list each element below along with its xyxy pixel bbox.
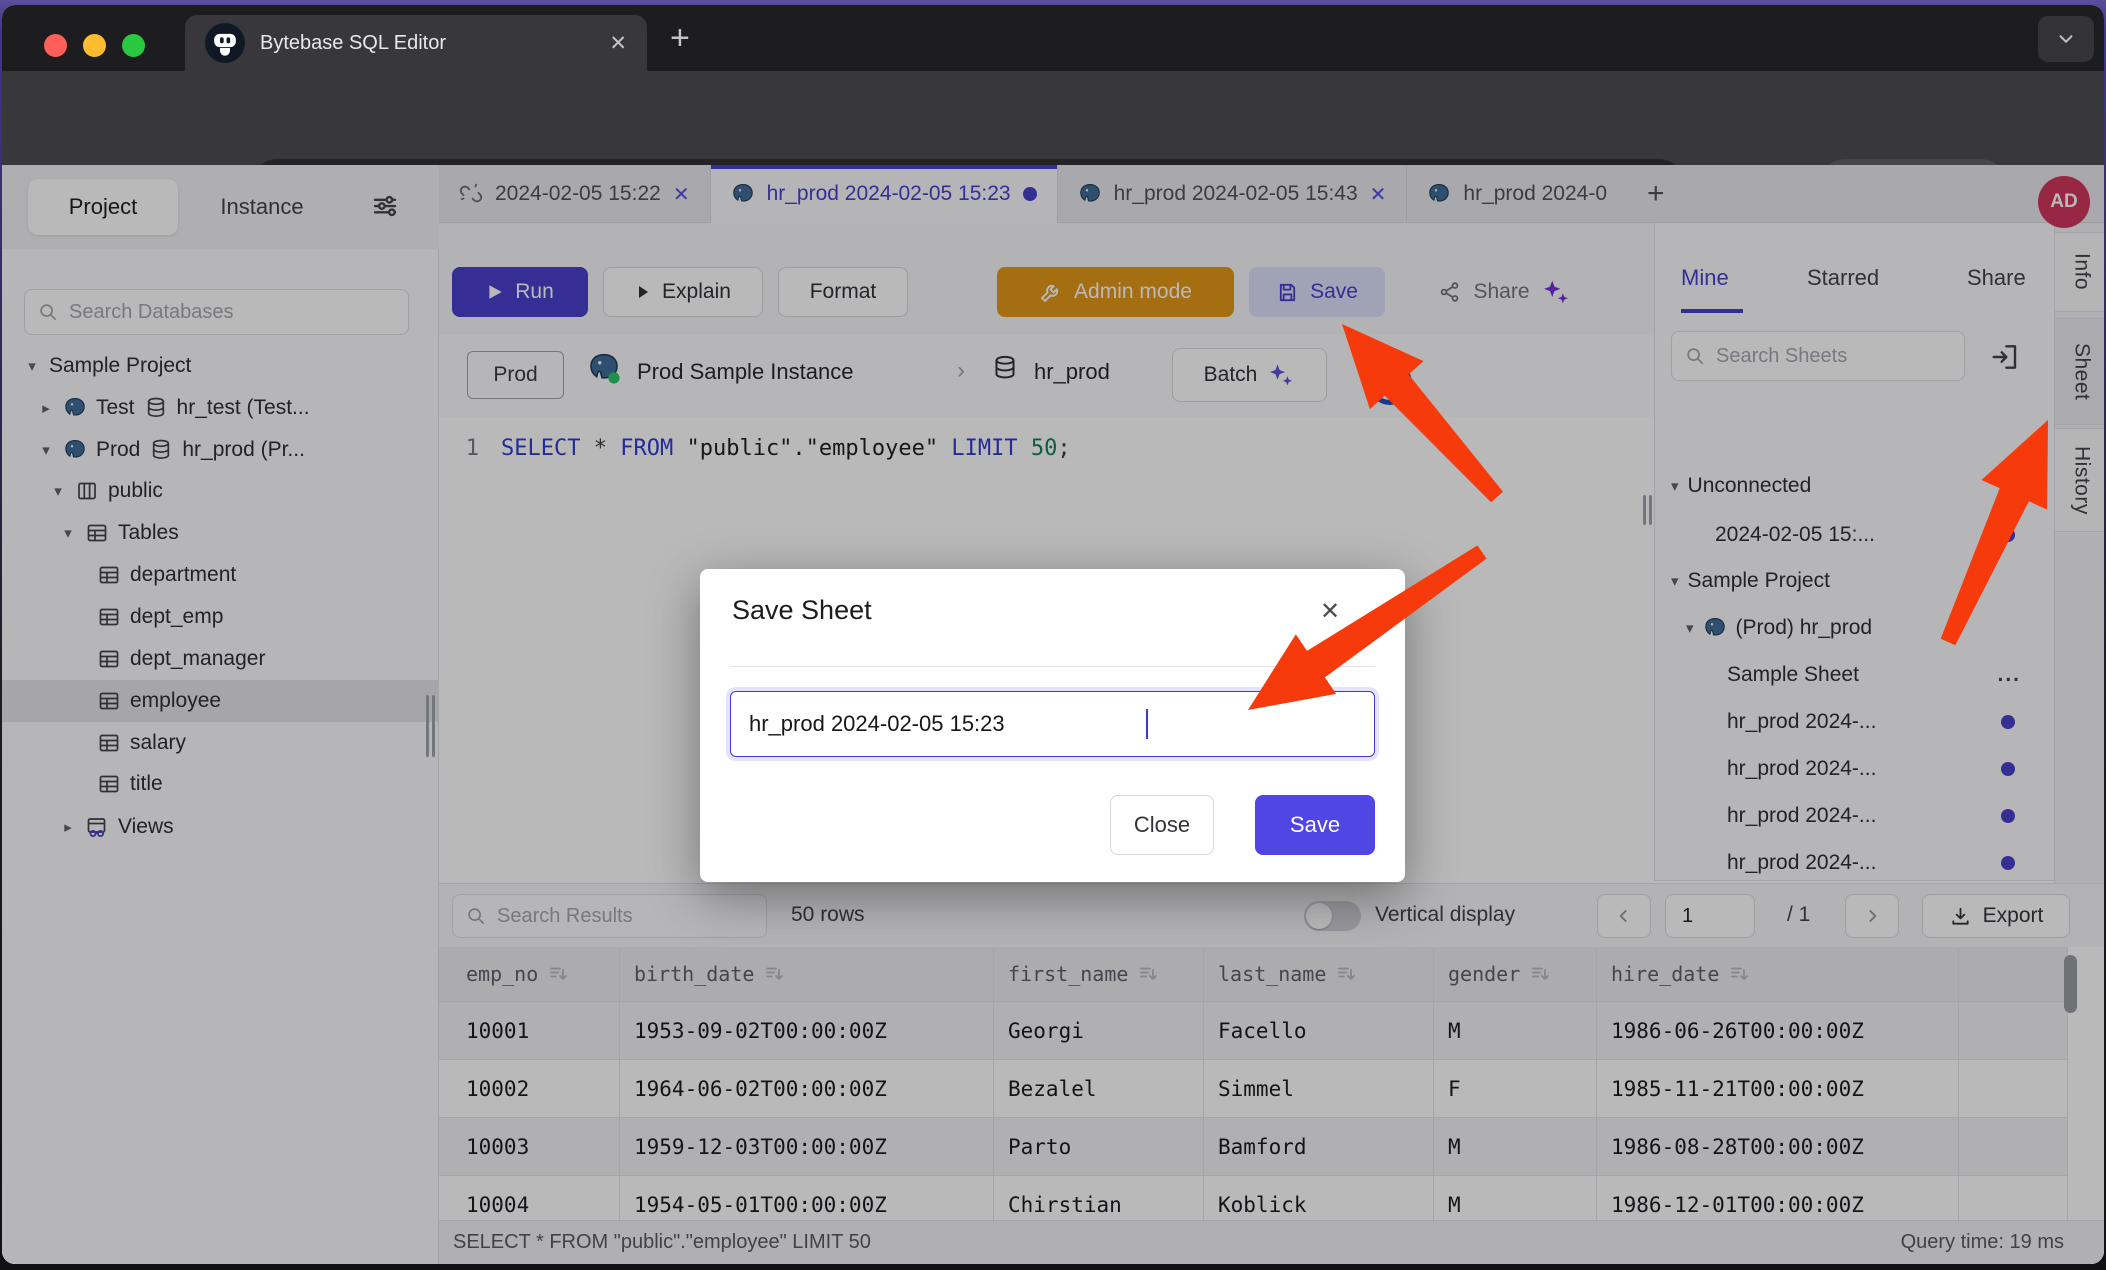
dialog-save-button[interactable]: Save — [1255, 795, 1375, 855]
browser-tab-strip: Bytebase SQL Editor ✕ + — [2, 5, 2104, 71]
sheet-name-field[interactable] — [749, 711, 1356, 737]
dialog-divider — [730, 666, 1375, 667]
browser-navbar: localhost:8080/sql-editor/prod-sample-in… — [2, 71, 2104, 165]
tab-close-icon[interactable]: ✕ — [609, 33, 627, 54]
traffic-minimize-button[interactable] — [83, 34, 106, 57]
text-cursor — [1146, 709, 1148, 739]
save-sheet-dialog: Save Sheet ✕ Close Save — [700, 569, 1405, 882]
bytebase-favicon-icon — [205, 23, 245, 63]
browser-tab-title: Bytebase SQL Editor — [260, 32, 594, 55]
browser-tab[interactable]: Bytebase SQL Editor ✕ — [185, 15, 647, 71]
traffic-zoom-button[interactable] — [122, 34, 145, 57]
dialog-title: Save Sheet — [732, 595, 872, 626]
new-tab-button[interactable]: + — [670, 19, 690, 58]
browser-window: Bytebase SQL Editor ✕ + localhost:8080/s… — [2, 5, 2104, 1264]
dialog-close-icon[interactable]: ✕ — [1320, 597, 1340, 626]
dialog-close-button[interactable]: Close — [1110, 795, 1214, 855]
sheet-name-input[interactable] — [730, 691, 1375, 757]
traffic-close-button[interactable] — [44, 34, 67, 57]
tab-search-chevron-icon[interactable] — [2038, 16, 2094, 62]
